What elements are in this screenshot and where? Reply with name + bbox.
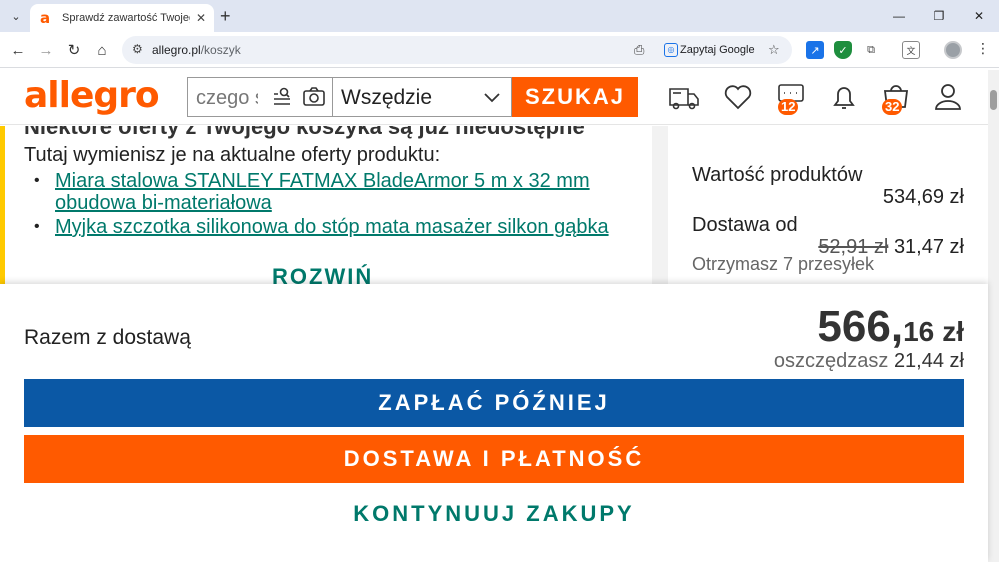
expand-button[interactable]: ROZWIŃ bbox=[272, 264, 373, 284]
products-value-label: Wartość produktów bbox=[692, 164, 863, 186]
total-label: Razem z dostawą bbox=[24, 326, 191, 349]
unavailable-offers-heading: Niektóre oferty z Twojego koszyka są już… bbox=[24, 126, 585, 139]
ask-google-label: Zapytaj Google bbox=[680, 44, 755, 56]
browser-menu-icon[interactable]: ⋮ bbox=[976, 40, 990, 57]
column-gap bbox=[652, 126, 668, 284]
cart-badge: 32 bbox=[882, 99, 903, 115]
forward-icon[interactable]: → bbox=[36, 40, 56, 60]
browser-tabbar: ⌄ a Sprawdź zawartość Twojego koszyka ✕ … bbox=[0, 0, 999, 32]
messages-badge: 12 bbox=[778, 99, 799, 115]
delivery-label: Dostawa od bbox=[692, 214, 798, 236]
browser-toolbar: ← → ↻ ⌂ ⚙ allegro.pl/koszyk ⎙ ◎ Zapytaj G… bbox=[0, 32, 999, 68]
total-amount-integer: 566, bbox=[817, 302, 904, 351]
home-icon[interactable]: ⌂ bbox=[92, 40, 112, 60]
minimize-icon[interactable]: — bbox=[879, 0, 919, 32]
camera-search-icon[interactable] bbox=[302, 86, 326, 108]
tab-search-icon[interactable]: ⌄ bbox=[6, 6, 26, 26]
restore-icon[interactable]: ❐ bbox=[919, 0, 959, 32]
allegro-favicon-icon: a bbox=[40, 9, 51, 27]
close-window-icon[interactable]: ✕ bbox=[959, 0, 999, 32]
page-scrollbar[interactable] bbox=[988, 70, 999, 562]
window-controls: — ❐ ✕ bbox=[879, 0, 999, 32]
allegro-logo[interactable]: allegro bbox=[24, 75, 160, 116]
address-bar[interactable]: ⚙ allegro.pl/koszyk ⎙ ◎ Zapytaj Google ☆ bbox=[122, 36, 792, 64]
user-account-icon[interactable] bbox=[932, 81, 964, 113]
back-icon[interactable]: ← bbox=[8, 40, 28, 60]
cart-content: Niektóre oferty z Twojego koszyka są już… bbox=[0, 126, 988, 284]
search-button[interactable]: SZUKAJ bbox=[512, 77, 638, 117]
delivery-new-price: 31,47 zł bbox=[893, 236, 964, 258]
warning-accent-bar bbox=[0, 126, 5, 284]
bookmark-star-icon[interactable]: ☆ bbox=[768, 42, 780, 58]
total-currency: zł bbox=[942, 316, 964, 347]
install-app-icon[interactable]: ⎙ bbox=[634, 42, 644, 58]
total-amount-decimal: 16 bbox=[903, 316, 935, 347]
chevron-down-icon bbox=[484, 93, 500, 103]
url-host: allegro.pl bbox=[152, 43, 201, 57]
reload-icon[interactable]: ↻ bbox=[64, 40, 84, 60]
translate-icon[interactable]: 文 bbox=[902, 41, 920, 59]
shipments-note: Otrzymasz 7 przesyłek bbox=[692, 254, 875, 274]
list-item: Miara stalowa STANLEY FATMAX BladeArmor … bbox=[30, 170, 630, 214]
offer-list: Miara stalowa STANLEY FATMAX BladeArmor … bbox=[30, 170, 630, 240]
google-lens-icon: ◎ bbox=[664, 43, 678, 57]
order-summary: Wartość produktów 534,69 zł Dostawa od 5… bbox=[668, 126, 988, 284]
products-value: 534,69 zł bbox=[882, 186, 964, 208]
offers-intro-text: Tutaj wymienisz je na aktualne oferty pr… bbox=[24, 144, 441, 166]
offer-link[interactable]: Miara stalowa STANLEY FATMAX BladeArmor … bbox=[55, 170, 590, 214]
search-box[interactable]: czego szukasz? bbox=[187, 77, 332, 117]
extensions-puzzle-icon[interactable]: ⧉ bbox=[862, 41, 880, 59]
delivery-truck-icon[interactable] bbox=[668, 81, 700, 113]
search-history-icon[interactable] bbox=[272, 86, 294, 108]
site-info-icon[interactable]: ⚙ bbox=[132, 42, 148, 58]
search-input[interactable]: czego szukasz? bbox=[196, 87, 258, 110]
pay-later-button[interactable]: ZAPŁAĆ PÓŹNIEJ bbox=[24, 379, 964, 427]
browser-tab-active[interactable]: a Sprawdź zawartość Twojego koszyka ✕ bbox=[30, 4, 214, 32]
notifications-bell-icon[interactable] bbox=[828, 81, 860, 113]
list-item: Myjka szczotka silikonowa do stóp mata m… bbox=[30, 216, 630, 238]
total-amount: 566,16 zł bbox=[817, 302, 964, 352]
heart-icon[interactable] bbox=[722, 81, 754, 113]
delivery-and-payment-button[interactable]: DOSTAWA I PŁATNOŚĆ bbox=[24, 435, 964, 483]
profile-avatar[interactable] bbox=[944, 41, 962, 59]
savings-text: oszczędzasz 21,44 zł bbox=[774, 350, 964, 373]
search-scope-select[interactable]: Wszędzie bbox=[332, 77, 512, 117]
url-text[interactable]: allegro.pl/koszyk bbox=[152, 43, 241, 57]
ask-google-button[interactable]: ◎ Zapytaj Google bbox=[658, 40, 761, 60]
checkout-panel: Razem z dostawą 566,16 zł oszczędzasz 21,… bbox=[0, 284, 988, 562]
site-header: allegro czego szukasz? Wszędzie SZUKAJ 1… bbox=[0, 69, 999, 125]
extension-shield-icon[interactable]: ✓ bbox=[834, 41, 852, 59]
extension-arrow-icon[interactable]: ↗ bbox=[806, 41, 824, 59]
tab-title: Sprawdź zawartość Twojego koszyka bbox=[62, 12, 190, 24]
scope-value: Wszędzie bbox=[341, 86, 433, 109]
tab-close-icon[interactable]: ✕ bbox=[196, 11, 206, 25]
new-tab-icon[interactable]: + bbox=[220, 7, 231, 25]
scrollbar-thumb[interactable] bbox=[990, 90, 997, 110]
offer-link[interactable]: Myjka szczotka silikonowa do stóp mata m… bbox=[55, 216, 609, 238]
savings-value: 21,44 zł bbox=[893, 350, 964, 372]
url-path: /koszyk bbox=[200, 43, 241, 57]
savings-label: oszczędzasz bbox=[773, 350, 889, 372]
continue-shopping-button[interactable]: KONTYNUUJ ZAKUPY bbox=[24, 490, 964, 538]
